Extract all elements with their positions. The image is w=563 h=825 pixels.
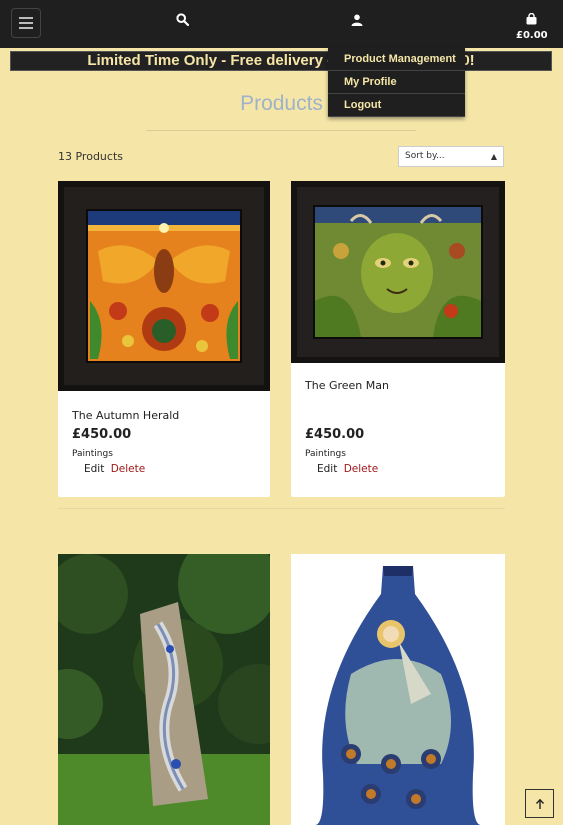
product-price: £450.00 <box>305 427 365 442</box>
sort-select[interactable]: Sort by... ▲ <box>398 146 504 167</box>
shopping-bag-icon <box>526 12 536 25</box>
back-to-top-button[interactable] <box>525 789 554 818</box>
product-name[interactable]: The Autumn Herald <box>72 409 179 422</box>
cart-total: £0.00 <box>516 30 548 41</box>
product-category[interactable]: Paintings <box>72 449 113 459</box>
promo-banner: Limited Time Only - Free delivery on ord… <box>10 51 552 71</box>
edit-link[interactable]: Edit <box>317 463 337 475</box>
product-price: £450.00 <box>72 427 132 442</box>
hamburger-icon <box>19 17 33 19</box>
product-count: 13 Products <box>58 150 123 163</box>
product-card[interactable] <box>291 554 505 825</box>
product-image[interactable] <box>291 554 505 825</box>
cart-button[interactable]: £0.00 <box>516 10 548 41</box>
delete-link[interactable]: Delete <box>111 463 146 475</box>
user-icon[interactable] <box>351 11 363 30</box>
edit-link[interactable]: Edit <box>84 463 104 475</box>
product-image[interactable] <box>58 554 270 825</box>
title-divider <box>146 130 416 131</box>
sort-selected-value: Sort by... <box>405 151 445 161</box>
product-image[interactable] <box>58 181 270 391</box>
product-card[interactable]: The Green Man £450.00 Paintings Edit Del… <box>291 181 505 497</box>
menu-toggle-button[interactable] <box>11 8 41 38</box>
product-category[interactable]: Paintings <box>305 449 346 459</box>
row-divider <box>58 508 505 509</box>
product-card[interactable]: The Autumn Herald £450.00 Paintings Edit… <box>58 181 270 497</box>
product-card[interactable] <box>58 554 270 825</box>
navbar: £0.00 <box>0 0 563 48</box>
menu-item-product-management[interactable]: Product Management <box>328 48 465 71</box>
search-icon[interactable] <box>176 11 190 30</box>
delete-link[interactable]: Delete <box>344 463 379 475</box>
menu-item-my-profile[interactable]: My Profile <box>328 71 465 94</box>
product-name[interactable]: The Green Man <box>305 379 389 392</box>
account-dropdown: Product Management My Profile Logout <box>328 48 465 117</box>
page-title: Products <box>240 92 323 115</box>
select-arrows-icon: ▲ <box>490 152 497 161</box>
product-admin-actions: Edit Delete <box>317 463 378 475</box>
arrow-up-icon <box>535 798 544 809</box>
product-admin-actions: Edit Delete <box>84 463 145 475</box>
product-image[interactable] <box>291 181 505 363</box>
menu-item-logout[interactable]: Logout <box>328 94 465 117</box>
